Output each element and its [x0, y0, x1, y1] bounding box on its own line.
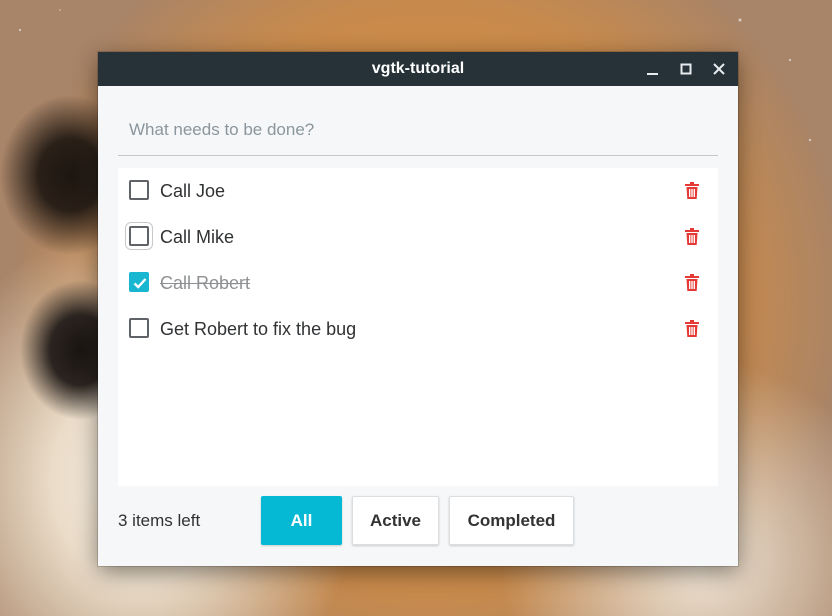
- items-left-count: 3 items left: [118, 511, 201, 530]
- trash-icon[interactable]: [684, 182, 700, 200]
- maximize-button[interactable]: [676, 59, 696, 79]
- close-button[interactable]: [709, 59, 729, 79]
- filter-all-button[interactable]: All: [261, 496, 342, 545]
- trash-icon[interactable]: [684, 274, 700, 292]
- todo-item: Call Joe: [118, 168, 718, 214]
- minimize-button[interactable]: [643, 59, 663, 79]
- title-bar[interactable]: vgtk-tutorial: [98, 52, 738, 86]
- todo-list: Call Joe Call Mike Call Robert Get Rober…: [118, 168, 718, 486]
- todo-label: Call Mike: [160, 227, 235, 247]
- todo-label: Get Robert to fix the bug: [160, 319, 357, 339]
- todo-checkbox[interactable]: [125, 222, 153, 250]
- trash-icon[interactable]: [684, 228, 700, 246]
- filter-active-button[interactable]: Active: [352, 496, 439, 545]
- todo-item: Call Robert: [118, 260, 718, 306]
- todo-checkbox[interactable]: [129, 180, 149, 200]
- maximize-icon: [680, 63, 692, 75]
- window-title: vgtk-tutorial: [371, 60, 465, 77]
- new-todo-input[interactable]: [118, 104, 718, 156]
- todo-label: Call Robert: [160, 273, 251, 293]
- filter-completed-button[interactable]: Completed: [449, 496, 574, 545]
- app-window: vgtk-tutorial Call Joe: [98, 52, 738, 566]
- checkmark-icon: [133, 278, 147, 289]
- todo-checkbox[interactable]: [129, 318, 149, 338]
- todo-checkbox-checked[interactable]: [129, 272, 149, 292]
- todo-item: Call Mike: [118, 214, 718, 260]
- todo-item: Get Robert to fix the bug: [118, 306, 718, 352]
- close-icon: [713, 63, 725, 75]
- minimize-icon: [647, 73, 658, 75]
- trash-icon[interactable]: [684, 320, 700, 338]
- todo-label: Call Joe: [160, 181, 226, 201]
